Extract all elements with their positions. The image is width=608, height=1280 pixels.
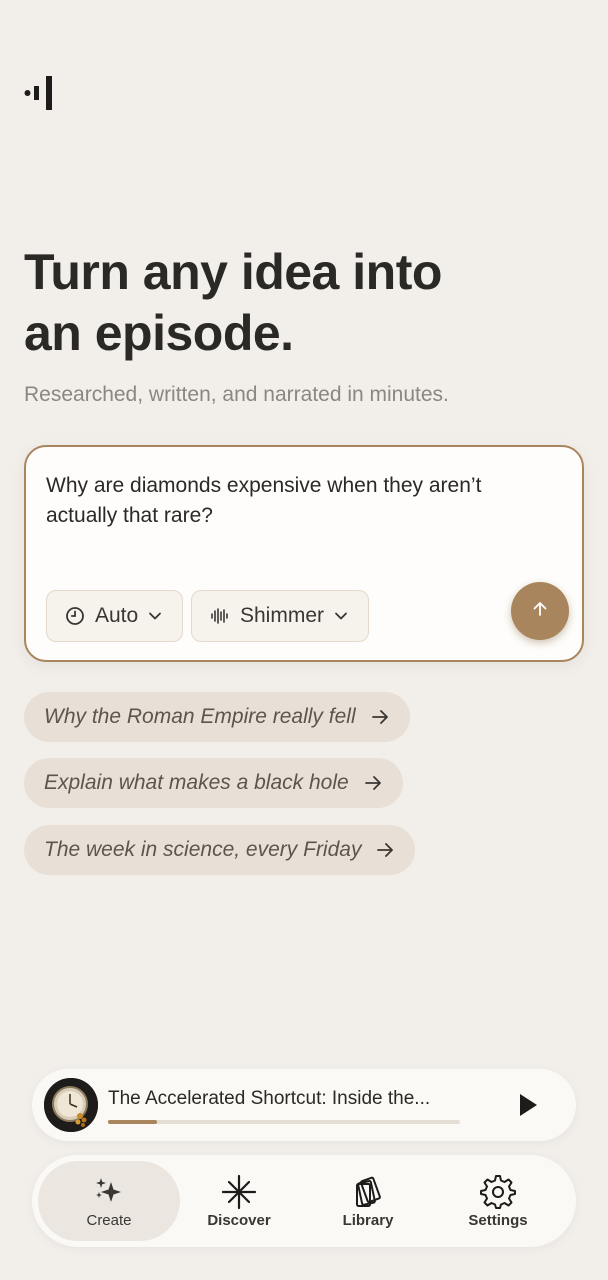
play-icon (514, 1094, 542, 1123)
stack-icon (350, 1174, 386, 1210)
episode-title: The Accelerated Shortcut: Inside the... (108, 1088, 431, 1109)
suggestion-chip[interactable]: Explain what makes a black hole (24, 758, 403, 808)
tab-create[interactable]: Create (38, 1161, 180, 1241)
tab-create-label: Create (86, 1211, 132, 1229)
send-button[interactable] (511, 582, 569, 640)
sparkles-icon (91, 1174, 127, 1210)
tab-discover[interactable]: Discover (168, 1161, 310, 1241)
length-select-value: Auto (95, 604, 139, 627)
arrow-right-icon (363, 773, 383, 793)
waveform-icon (210, 606, 230, 626)
arrow-up-icon (530, 599, 550, 624)
length-select[interactable]: Auto (46, 590, 183, 642)
arrow-right-icon (370, 707, 390, 727)
play-button[interactable] (514, 1091, 542, 1119)
page-title: Turn any idea into an episode. (24, 242, 584, 364)
tab-library-label: Library (342, 1211, 394, 1229)
tab-discover-label: Discover (207, 1211, 271, 1229)
prompt-input[interactable]: Why are diamonds expensive when they are… (46, 471, 556, 531)
chevron-down-icon (334, 609, 348, 623)
app-logo (24, 74, 56, 112)
tab-library[interactable]: Library (297, 1161, 439, 1241)
suggestion-chip[interactable]: Why the Roman Empire really fell (24, 692, 410, 742)
playback-progress[interactable] (108, 1120, 460, 1124)
prompt-input-card: Why are diamonds expensive when they are… (24, 445, 584, 662)
episode-cover (44, 1078, 98, 1132)
suggestion-chip-label: Why the Roman Empire really fell (44, 705, 356, 728)
suggestion-chip-label: Explain what makes a black hole (44, 771, 349, 794)
tab-settings-label: Settings (468, 1211, 528, 1229)
page-title-line2: an episode. (24, 305, 294, 361)
voice-select-value: Shimmer (240, 604, 325, 627)
starburst-icon (221, 1174, 257, 1210)
page-subtitle: Researched, written, and narrated in min… (24, 383, 449, 406)
gear-icon (480, 1174, 516, 1210)
suggestion-chip-label: The week in science, every Friday (44, 838, 362, 861)
chevron-down-icon (148, 609, 162, 623)
clock-icon (65, 606, 85, 626)
suggestion-chip[interactable]: The week in science, every Friday (24, 825, 416, 875)
tab-settings[interactable]: Settings (427, 1161, 569, 1241)
mini-player[interactable]: The Accelerated Shortcut: Inside the... (32, 1069, 576, 1141)
bottom-tab-bar: Create Discover Library Settings (32, 1155, 576, 1247)
voice-select[interactable]: Shimmer (191, 590, 369, 642)
arrow-right-icon (375, 840, 395, 860)
playback-progress-fill (108, 1120, 158, 1124)
page-title-line1: Turn any idea into (24, 244, 442, 300)
